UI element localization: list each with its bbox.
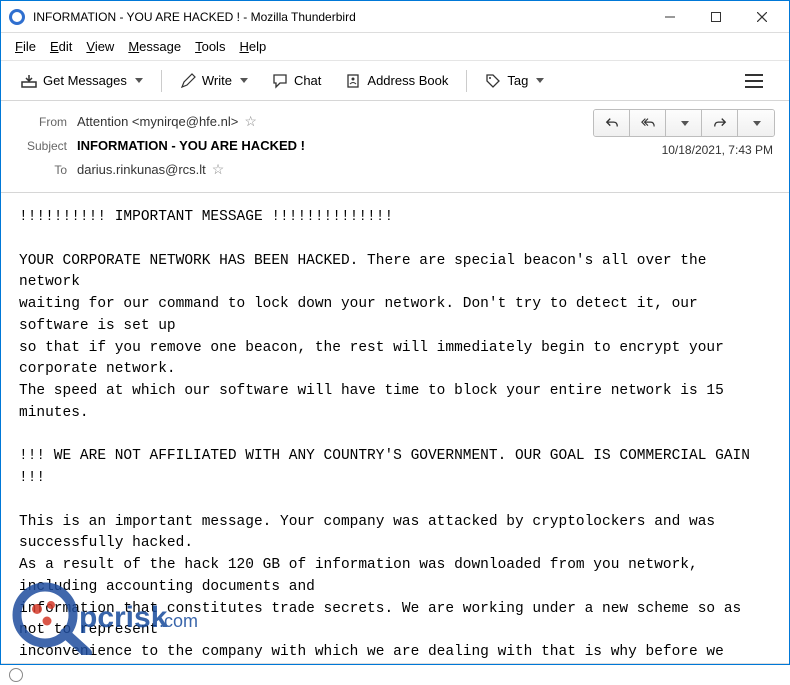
menu-tools[interactable]: Tools: [189, 35, 231, 58]
chevron-down-icon: [753, 121, 761, 126]
address-book-icon: [345, 73, 361, 89]
menu-view[interactable]: View: [80, 35, 120, 58]
window-controls: [647, 2, 785, 32]
menu-edit[interactable]: Edit: [44, 35, 78, 58]
toolbar: Get Messages Write Chat Address Book Tag: [1, 61, 789, 101]
separator: [161, 70, 162, 92]
reply-all-button[interactable]: [630, 110, 666, 136]
reply-button[interactable]: [594, 110, 630, 136]
address-book-button[interactable]: Address Book: [335, 67, 458, 95]
address-book-label: Address Book: [367, 73, 448, 88]
to-row: To darius.rinkunas@rcs.lt ☆: [15, 157, 775, 182]
activity-indicator-icon: [9, 668, 23, 682]
inbox-download-icon: [21, 73, 37, 89]
star-icon[interactable]: ☆: [212, 161, 225, 178]
menu-bar: File Edit View Message Tools Help: [1, 33, 789, 61]
star-icon[interactable]: ☆: [244, 113, 257, 130]
subject-value: INFORMATION - YOU ARE HACKED !: [77, 138, 305, 153]
from-value[interactable]: Attention <mynirqe@hfe.nl>: [77, 114, 238, 129]
chat-label: Chat: [294, 73, 321, 88]
from-label: From: [15, 115, 67, 129]
maximize-button[interactable]: [693, 2, 739, 32]
header-action-buttons: [593, 109, 775, 137]
pencil-icon: [180, 73, 196, 89]
to-value[interactable]: darius.rinkunas@rcs.lt: [77, 162, 206, 177]
chat-button[interactable]: Chat: [262, 67, 331, 95]
app-icon: [9, 9, 25, 25]
more-actions-dropdown[interactable]: [738, 110, 774, 136]
write-label: Write: [202, 73, 232, 88]
menu-message[interactable]: Message: [122, 35, 187, 58]
message-body[interactable]: !!!!!!!!!! IMPORTANT MESSAGE !!!!!!!!!!!…: [1, 193, 789, 663]
hamburger-icon: [745, 74, 763, 88]
chevron-down-icon: [135, 78, 143, 83]
tag-icon: [485, 73, 501, 89]
get-messages-label: Get Messages: [43, 73, 127, 88]
chevron-down-icon: [240, 78, 248, 83]
app-menu-button[interactable]: [735, 68, 779, 94]
minimize-button[interactable]: [647, 2, 693, 32]
chevron-down-icon: [681, 121, 689, 126]
get-messages-button[interactable]: Get Messages: [11, 67, 153, 95]
reply-dropdown[interactable]: [666, 110, 702, 136]
window-title: INFORMATION - YOU ARE HACKED ! - Mozilla…: [33, 10, 647, 24]
forward-button[interactable]: [702, 110, 738, 136]
chevron-down-icon: [536, 78, 544, 83]
to-label: To: [15, 163, 67, 177]
message-body-container: !!!!!!!!!! IMPORTANT MESSAGE !!!!!!!!!!!…: [1, 193, 789, 663]
status-bar: [1, 663, 789, 685]
title-bar: INFORMATION - YOU ARE HACKED ! - Mozilla…: [1, 1, 789, 33]
write-button[interactable]: Write: [170, 67, 258, 95]
subject-label: Subject: [15, 139, 67, 153]
tag-button[interactable]: Tag: [475, 67, 554, 95]
close-button[interactable]: [739, 2, 785, 32]
chat-bubble-icon: [272, 73, 288, 89]
menu-help[interactable]: Help: [233, 35, 272, 58]
message-headers: From Attention <mynirqe@hfe.nl> ☆ Subjec…: [1, 101, 789, 193]
menu-file[interactable]: File: [9, 35, 42, 58]
tag-label: Tag: [507, 73, 528, 88]
separator: [466, 70, 467, 92]
message-date: 10/18/2021, 7:43 PM: [662, 143, 773, 157]
